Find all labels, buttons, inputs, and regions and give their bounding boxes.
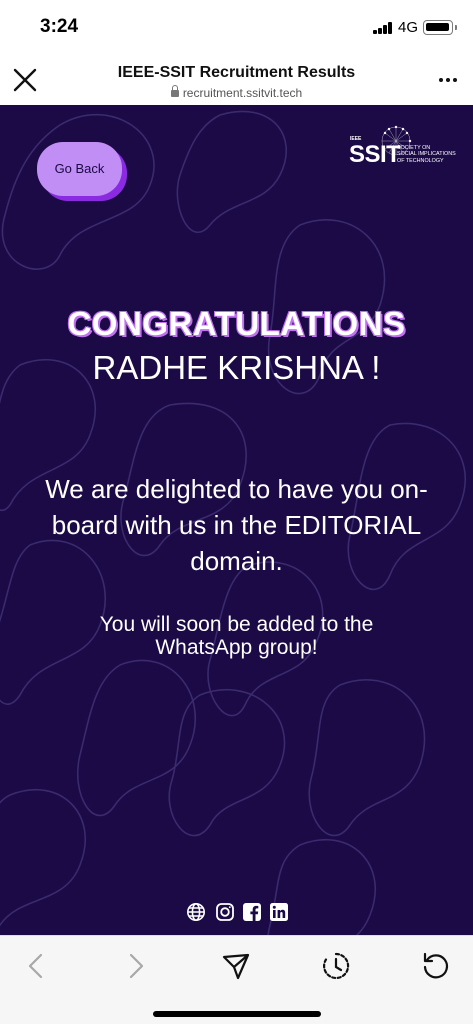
logo-ssit-text: SSIT [349, 141, 401, 168]
browser-toolbar [0, 935, 473, 1024]
history-icon[interactable] [320, 950, 352, 982]
network-type: 4G [398, 19, 419, 36]
logo-subtitle: SOCIETY ON SOCIAL IMPLICATIONS OF TECHNO… [397, 145, 459, 164]
whatsapp-note: You will soon be added to the WhatsApp g… [99, 613, 374, 659]
logo-subtitle-line: OF TECHNOLOGY [397, 157, 444, 164]
lock-icon [170, 85, 179, 97]
instagram-icon[interactable] [215, 902, 235, 922]
close-icon[interactable] [10, 65, 40, 95]
page-title: IEEE-SSIT Recruitment Results [117, 64, 356, 81]
status-time: 3:24 [40, 16, 79, 37]
share-icon[interactable] [220, 950, 252, 982]
page-url[interactable]: recruitment.ssitvit.tech [60, 85, 413, 100]
home-indicator [153, 1011, 321, 1017]
forward-arrow-icon[interactable] [120, 950, 152, 982]
reload-icon[interactable] [420, 950, 452, 982]
welcome-message: We are delighted to have you on-board wi… [45, 474, 428, 576]
logo-subtitle-line: SOCIAL IMPLICATIONS [397, 151, 456, 158]
signal-icon [373, 22, 393, 34]
back-arrow-icon[interactable] [20, 950, 52, 982]
url-text: recruitment.ssitvit.tech [182, 86, 303, 100]
browser-header: IEEE-SSIT Recruitment Results recruitmen… [0, 55, 473, 105]
facebook-icon[interactable] [242, 902, 262, 922]
go-back-button[interactable]: Go Back [37, 142, 122, 196]
globe-icon[interactable] [186, 902, 206, 922]
battery-tip [455, 25, 457, 30]
more-icon[interactable] [436, 67, 460, 91]
social-links [186, 902, 290, 924]
linkedin-icon[interactable] [269, 902, 289, 922]
ssit-logo: IEEE SSIT SOCIETY ON SOCIAL IMPLICATIONS… [349, 123, 459, 168]
congratulations-heading: CONGRATULATIONS [67, 305, 406, 342]
main-content: Go Back IEEE SSIT SOCIETY ON SOCIAL IMPL… [0, 105, 473, 935]
status-bar: 3:24 4G [0, 0, 473, 55]
recipient-name: RADHE KRISHNA ! [92, 349, 381, 386]
battery-icon [423, 20, 453, 35]
